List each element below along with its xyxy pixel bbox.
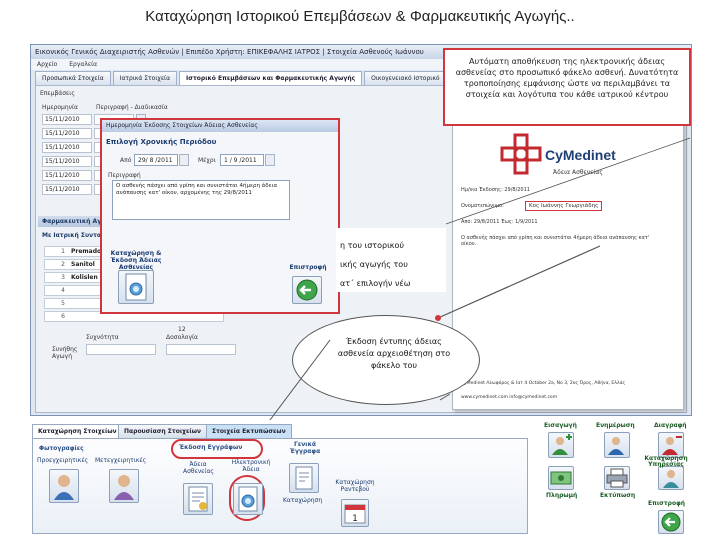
back-arrow-icon <box>661 512 681 532</box>
btn-rantevou-label: Καταχώρηση Ραντεβού <box>335 479 375 493</box>
group-issue-docs: Έκδοση Εγγράφων <box>179 444 243 451</box>
payment-button[interactable] <box>548 466 574 490</box>
tab-parousiasi[interactable]: Παρουσίαση Στοιχείων <box>118 424 208 438</box>
act-enimerosi-label: Ενημέρωση <box>596 422 635 429</box>
btn-electronic-label: Ηλεκτρονική Άδεια <box>231 459 271 473</box>
act-ypiresia-label: Καταχώρηση Υπηρεσίας <box>644 455 688 468</box>
add-user-icon <box>552 434 572 455</box>
certificate-icon <box>188 486 208 512</box>
btn-adeia-label: Άδεια Ασθενείας <box>183 461 214 475</box>
appointment-button[interactable]: 1 <box>341 499 369 527</box>
document-icon <box>295 466 313 490</box>
bottom-panel: Φωτογραφίες Προεγχειρητικές Μετεγχειρητι… <box>32 438 528 534</box>
act-eisagogi-label: Εισαγωγή <box>544 422 577 429</box>
edit-user-icon <box>608 437 624 455</box>
electronic-leave-button[interactable] <box>233 483 263 515</box>
slide: Καταχώρηση Ιστορικού Επεμβάσεων & Φαρμακ… <box>0 0 720 540</box>
act-ektyposi-label: Εκτύπωση <box>600 492 636 499</box>
tab-ektyposeis[interactable]: Στοιχεία Εκτυπώσεων <box>206 424 292 438</box>
group-general-docs: Γενικά Έγγραφα <box>289 441 321 455</box>
tab-katachorisi[interactable]: Καταχώρηση Στοιχείων <box>32 424 123 438</box>
group-photos: Φωτογραφίες <box>39 445 84 452</box>
money-icon <box>550 471 572 485</box>
person-photo-icon <box>114 475 134 500</box>
person-photo-icon <box>54 475 74 500</box>
btn-postop-label: Μετεγχειρητικές <box>95 457 147 464</box>
service-user-icon <box>663 470 679 488</box>
preop-photos-button[interactable] <box>49 469 79 503</box>
update-user-button[interactable] <box>604 432 630 458</box>
act-epistrofi-label: Επιστροφή <box>648 500 686 507</box>
calendar-icon: 1 <box>344 504 366 524</box>
act-pliromi-label: Πληρωμή <box>546 492 578 499</box>
add-user-button[interactable] <box>548 432 574 458</box>
postop-photos-button[interactable] <box>109 469 139 503</box>
printer-icon <box>606 468 628 488</box>
document-seal-icon <box>238 486 258 512</box>
general-doc-button[interactable] <box>289 463 319 493</box>
delete-user-icon <box>662 436 682 455</box>
act-diagrafi-label: Διαγραφή <box>654 422 687 429</box>
return-button[interactable] <box>658 510 684 534</box>
bottom-toolbar: Καταχώρηση Στοιχείων Παρουσίαση Στοιχείω… <box>30 420 692 538</box>
add-service-button[interactable] <box>658 466 684 490</box>
print-button[interactable] <box>604 466 630 490</box>
svg-text:1: 1 <box>352 514 358 524</box>
btn-preop-label: Προεγχειρητικές <box>37 457 89 464</box>
print-leave-button[interactable] <box>183 483 213 515</box>
btn-katachorisi-label: Καταχώρηση <box>283 497 323 504</box>
